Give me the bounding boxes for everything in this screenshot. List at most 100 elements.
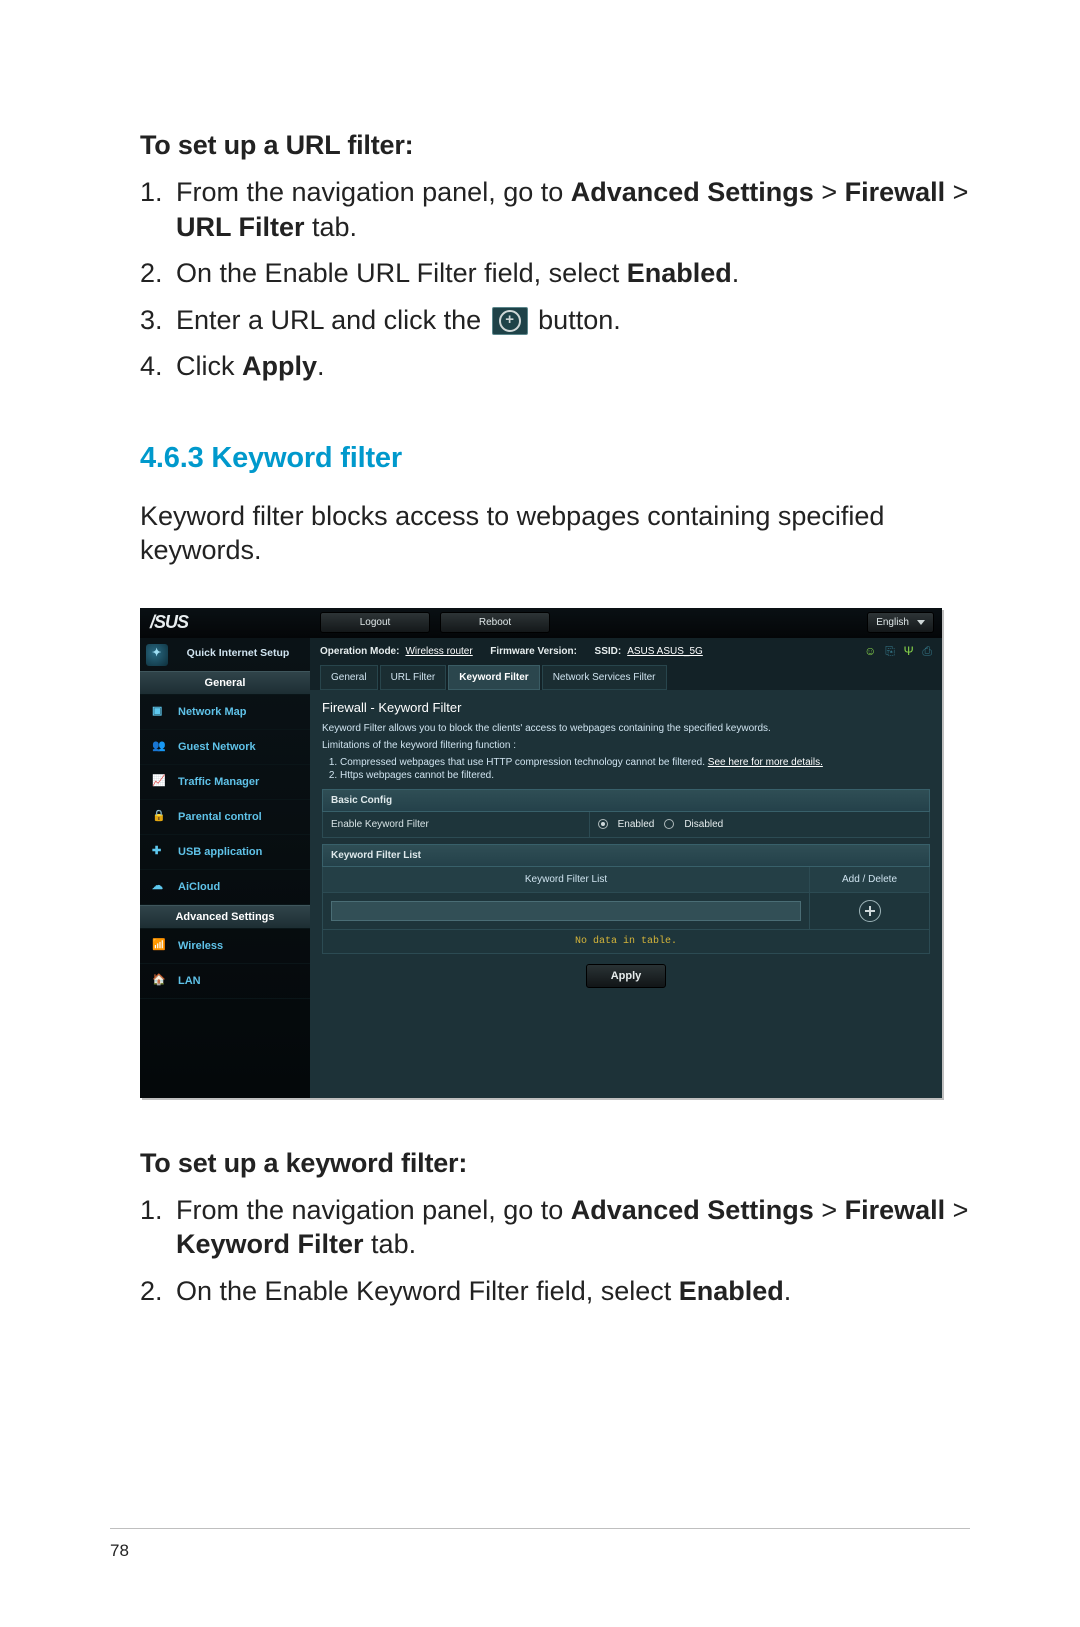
language-select[interactable]: English <box>867 612 934 633</box>
sidebar-item-qis[interactable]: Quick Internet Setup <box>140 638 310 672</box>
op-mode-label: Operation Mode: <box>320 646 399 657</box>
content: Firewall - Keyword Filter Keyword Filter… <box>310 690 942 1098</box>
ssid-value[interactable]: ASUS ASUS_5G <box>627 646 703 657</box>
sidebar-item-guest-network[interactable]: 👥Guest Network <box>140 730 310 765</box>
topbar: /SUS Logout Reboot English <box>140 608 942 638</box>
text: . <box>732 258 740 288</box>
printer-icon[interactable]: ⎙ <box>922 644 932 658</box>
step-4: Click Apply. <box>140 349 970 384</box>
bold: URL Filter <box>176 212 305 242</box>
add-icon <box>492 307 528 335</box>
sidebar-group-general: General <box>140 671 310 695</box>
step-2: On the Enable Keyword Filter field, sele… <box>140 1274 970 1309</box>
keyword-list-bar: Keyword Filter List <box>322 844 930 867</box>
sidebar-item-label: LAN <box>178 975 201 987</box>
step-2: On the Enable URL Filter field, select E… <box>140 256 970 291</box>
see-more-link[interactable]: See here for more details. <box>708 757 823 768</box>
radio-enabled-label: Enabled <box>618 819 655 830</box>
kw-filter-heading: To set up a keyword filter: <box>140 1148 970 1179</box>
house-icon: 🏠 <box>152 973 170 989</box>
text: . <box>317 351 325 381</box>
usb-icon[interactable]: Ψ <box>904 644 914 658</box>
main-panel: Operation Mode: Wireless router Firmware… <box>310 638 942 1098</box>
radio-disabled[interactable] <box>664 819 674 829</box>
enable-keyword-row: Enable Keyword Filter Enabled Disabled <box>322 812 930 838</box>
sidebar-item-parental-control[interactable]: 🔒 Parental control <box>140 800 310 835</box>
apply-button[interactable]: Apply <box>586 964 667 988</box>
sidebar-item-label: Network Map <box>178 706 246 718</box>
url-filter-heading: To set up a URL filter: <box>140 130 970 161</box>
sidebar-item-wireless[interactable]: 📶 Wireless <box>140 929 310 964</box>
link-icon[interactable]: ⎘ <box>885 644 895 658</box>
page-number: 78 <box>110 1541 129 1561</box>
text: > <box>814 1195 845 1225</box>
bold: Advanced Settings <box>571 177 814 207</box>
section-heading: 4.6.3 Keyword filter <box>140 442 970 475</box>
sidebar-item-label: Wireless <box>178 940 223 952</box>
keyword-input[interactable] <box>331 901 801 921</box>
text: > <box>945 1195 968 1225</box>
add-button[interactable] <box>859 900 881 922</box>
fw-label: Firmware Version: <box>490 646 577 657</box>
bold: Enabled <box>627 258 732 288</box>
text: . <box>784 1276 792 1306</box>
bold: Firewall <box>845 177 946 207</box>
status-icons: ☺ ⎘ Ψ ⎙ <box>858 644 932 659</box>
op-mode-value[interactable]: Wireless router <box>405 646 472 657</box>
sidebar-group-advanced: Advanced Settings <box>140 905 310 929</box>
logout-button[interactable]: Logout <box>320 612 430 633</box>
text: Enter a URL and click the <box>176 305 489 335</box>
url-filter-steps: From the navigation panel, go to Advance… <box>140 175 970 384</box>
sidebar-item-label: Quick Internet Setup <box>187 647 290 659</box>
section-number: 4.6.3 <box>140 442 204 474</box>
sidebar: Quick Internet Setup General ▣ Network Ma… <box>140 638 310 1098</box>
bold: Apply <box>242 351 317 381</box>
reboot-button[interactable]: Reboot <box>440 612 550 633</box>
step-1: From the navigation panel, go to Advance… <box>140 175 970 244</box>
text: Compressed webpages that use HTTP compre… <box>340 757 708 768</box>
sidebar-item-traffic-manager[interactable]: 📈Traffic Manager <box>140 765 310 800</box>
sidebar-item-network-map[interactable]: ▣ Network Map <box>140 695 310 730</box>
network-map-icon: ▣ <box>152 704 170 720</box>
step-3: Enter a URL and click the button. <box>140 303 970 338</box>
bold: Enabled <box>679 1276 784 1306</box>
sidebar-item-label: Parental control <box>178 811 262 823</box>
ssid-label: SSID: <box>595 646 622 657</box>
lock-icon: 🔒 <box>152 809 170 825</box>
info-bar: Operation Mode: Wireless router Firmware… <box>310 638 942 665</box>
tab-url-filter[interactable]: URL Filter <box>380 665 447 690</box>
sidebar-item-label: AiCloud <box>178 881 220 893</box>
basic-config-bar: Basic Config <box>322 789 930 812</box>
sidebar-item-label: Guest Network <box>178 741 256 753</box>
sidebar-item-lan[interactable]: 🏠 LAN <box>140 964 310 999</box>
cloud-icon: ☁ <box>152 879 170 895</box>
wifi-icon: 📶 <box>152 938 170 954</box>
section-title: Keyword filter <box>211 442 402 474</box>
limitation-2: Https webpages cannot be filtered. <box>340 770 930 781</box>
radio-enabled[interactable] <box>598 819 608 829</box>
text: > <box>814 177 845 207</box>
section-intro: Keyword filter blocks access to webpages… <box>140 499 970 568</box>
text: On the Enable URL Filter field, select <box>176 258 627 288</box>
kw-filter-steps: From the navigation panel, go to Advance… <box>140 1193 970 1309</box>
limit-label: Limitations of the keyword filtering fun… <box>322 740 930 751</box>
user-icon[interactable]: ☺ <box>864 644 876 658</box>
sidebar-item-aicloud[interactable]: ☁ AiCloud <box>140 870 310 905</box>
text: button. <box>531 305 621 335</box>
sidebar-item-usb-application[interactable]: ✚USB application <box>140 835 310 870</box>
puzzle-icon: ✚ <box>152 844 170 860</box>
footer-rule <box>110 1528 970 1529</box>
bold: Advanced Settings <box>571 1195 814 1225</box>
sidebar-item-label: Traffic Manager <box>178 776 259 788</box>
list-input-row <box>322 893 930 930</box>
qis-icon <box>146 644 168 666</box>
limitation-1: Compressed webpages that use HTTP compre… <box>340 757 930 768</box>
tab-general[interactable]: General <box>320 665 378 690</box>
tab-keyword-filter[interactable]: Keyword Filter <box>448 665 539 690</box>
chevron-down-icon <box>917 620 925 625</box>
tab-network-services-filter[interactable]: Network Services Filter <box>542 665 667 690</box>
panel-desc: Keyword Filter allows you to block the c… <box>322 723 930 734</box>
text: From the navigation panel, go to <box>176 177 571 207</box>
text: tab. <box>364 1229 417 1259</box>
language-label: English <box>876 617 909 628</box>
